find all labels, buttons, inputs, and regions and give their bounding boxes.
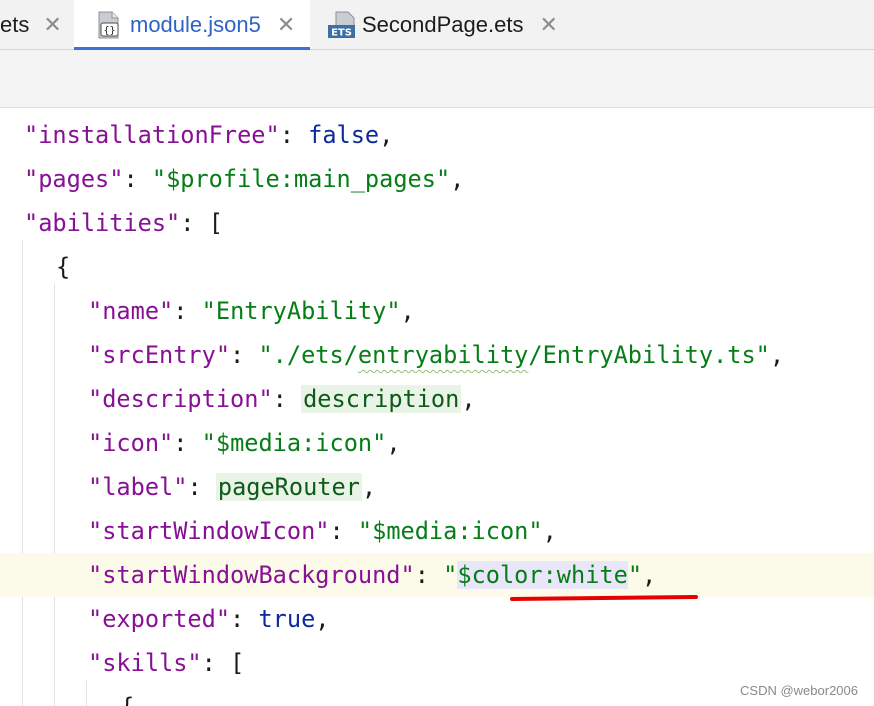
code-line: "label": pageRouter, <box>88 473 377 501</box>
close-icon[interactable]: ✕ <box>539 14 557 36</box>
code-line: "abilities": [ <box>24 209 223 237</box>
code-line-current: "startWindowBackground": "$color:white", <box>0 553 874 597</box>
code-line: "installationFree": false, <box>24 121 394 149</box>
code-line: "description": description, <box>88 385 476 413</box>
close-icon[interactable]: ✕ <box>277 14 295 36</box>
ets-badge: ETS <box>331 28 352 39</box>
close-icon[interactable]: ✕ <box>43 14 61 36</box>
tab-label: module.json5 <box>130 12 261 37</box>
code-editor[interactable]: "installationFree": false, "pages": "$pr… <box>0 108 874 706</box>
color-white-reference: $color:white <box>457 561 628 589</box>
code-line: "name": "EntryAbility", <box>88 297 415 325</box>
json5-file-icon: {} <box>94 10 124 40</box>
code-line: { <box>56 253 71 281</box>
code-line: "pages": "$profile:main_pages", <box>24 165 465 193</box>
code-line: "icon": "$media:icon", <box>88 429 401 457</box>
resource-reference: pageRouter <box>215 473 362 501</box>
editor-tab-bar: ets ✕ {} module.json5 ✕ ETS SecondPage.e… <box>0 0 874 51</box>
tab-ets[interactable]: ets ✕ <box>0 0 74 50</box>
tab-label: SecondPage.ets <box>362 12 524 37</box>
code-line: "startWindowIcon": "$media:icon", <box>88 517 557 545</box>
spelling-warning: entryability <box>357 341 529 369</box>
resource-reference: description <box>301 385 462 413</box>
json-badge: {} <box>103 26 115 37</box>
tab-label: ets <box>0 12 30 37</box>
ets-file-icon: ETS <box>326 10 356 40</box>
editor-toolbar <box>0 50 874 108</box>
code-line: "exported": true, <box>88 605 330 633</box>
code-line: "srcEntry": "./ets/entryability/EntryAbi… <box>88 341 785 369</box>
watermark: CSDN @webor2006 <box>740 683 858 698</box>
code-line: "skills": [ <box>88 649 245 677</box>
tab-second-page[interactable]: ETS SecondPage.ets ✕ <box>310 0 580 50</box>
tab-module-json5[interactable]: {} module.json5 ✕ <box>74 0 310 51</box>
